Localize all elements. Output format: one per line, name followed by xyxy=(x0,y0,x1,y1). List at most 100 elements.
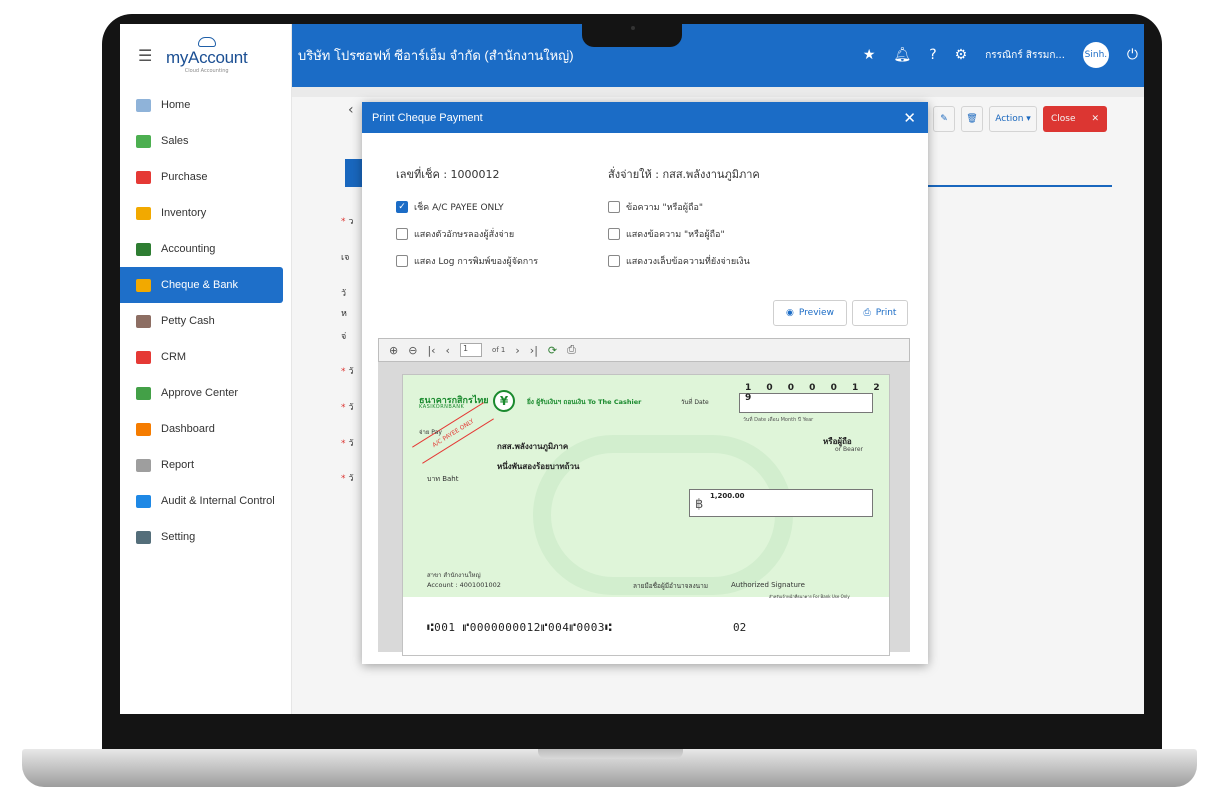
bearer-label-en: or Bearer xyxy=(835,446,864,453)
export-icon[interactable]: ⟳ xyxy=(548,344,557,357)
sidebar-item-label: CRM xyxy=(161,351,187,363)
branch-name: สาขา สำนักงานใหญ่ xyxy=(427,572,481,579)
sidebar-item-sales[interactable]: Sales xyxy=(120,123,291,159)
report-icon xyxy=(136,458,151,472)
sidebar-item-dashboard[interactable]: Dashboard xyxy=(120,411,291,447)
checkbox-icon[interactable] xyxy=(608,201,620,213)
micr-code: 02 xyxy=(733,621,747,634)
amount-value: 1,200.00 xyxy=(710,492,745,500)
bell-icon[interactable]: 🔔︎ xyxy=(893,47,911,63)
sidebar-item-label: Home xyxy=(161,99,191,111)
sidebar-nav: Home Sales Purchase Inventory Accounting Cheq… xyxy=(120,87,291,555)
sidebar-item-inventory[interactable]: Inventory xyxy=(120,195,291,231)
sidebar: ☰ myAccount Cloud Accounting Home Sales Pu… xyxy=(120,24,292,714)
sidebar-item-petty-cash[interactable]: Petty Cash xyxy=(120,303,291,339)
modal-close-icon[interactable]: ✕ xyxy=(903,109,916,127)
print-cheque-modal: Print Cheque Payment ✕ เลขที่เช็ค : 1000… xyxy=(362,102,928,664)
sales-icon xyxy=(136,134,151,148)
sidebar-item-cheque-bank[interactable]: Cheque & Bank xyxy=(120,267,283,303)
next-page-icon[interactable]: › xyxy=(515,344,519,357)
sidebar-item-label: Audit & Internal Control xyxy=(161,495,275,507)
option-show-bearer[interactable]: แสดงข้อความ "หรือผู้ถือ" xyxy=(608,227,725,241)
date-sublabels: วันที่ Date เดือน Month ปี Year xyxy=(743,417,814,423)
zoom-in-icon[interactable]: ⊕ xyxy=(389,344,398,357)
app-logo[interactable]: myAccount Cloud Accounting xyxy=(166,37,248,74)
sidebar-item-home[interactable]: Home xyxy=(120,87,291,123)
sidebar-item-label: Dashboard xyxy=(161,423,215,435)
sidebar-item-crm[interactable]: CRM xyxy=(120,339,291,375)
home-icon xyxy=(136,98,151,112)
sidebar-item-label: Setting xyxy=(161,531,196,543)
bank-logo-icon: ¥ xyxy=(493,390,515,412)
bank-use-note: สำหรับเจ้าหน้าที่ธนาคาร For Bank Use Onl… xyxy=(769,594,850,599)
option-label: ข้อความ "หรือผู้ถือ" xyxy=(626,203,704,213)
option-ac-payee[interactable]: ✓ เช็ค A/C PAYEE ONLY xyxy=(396,200,504,214)
checkbox-icon[interactable] xyxy=(608,255,620,267)
option-label: แสดงตัวอักษรลองผู้สั่งจ่าย xyxy=(414,230,515,240)
cheque-preview: ธนาคารกสิกรไทย KASIKORNBANK ¥ ยิ่ง ผู้รั… xyxy=(402,374,890,656)
gear-icon[interactable]: ⚙ xyxy=(955,47,968,63)
preview-label: Preview xyxy=(798,308,834,318)
company-name[interactable]: บริษัท โปรซอฟท์ ซีอาร์เอ็ม จำกัด (สำนักง… xyxy=(298,45,574,66)
report-viewer-toolbar: ⊕ ⊖ |‹ ‹ 1 of 1 › ›| ⟳ ⎙ xyxy=(378,338,910,362)
date-label: วันที่ Date xyxy=(681,399,709,406)
power-icon[interactable]: ⏻ xyxy=(1127,47,1138,63)
sidebar-item-label: Accounting xyxy=(161,243,216,255)
cart-icon xyxy=(136,170,151,184)
option-label: แสดง Log การพิมพ์ของผู้จัดการ xyxy=(414,257,539,267)
help-icon[interactable]: ? xyxy=(929,47,936,63)
option-print-log[interactable]: แสดง Log การพิมพ์ของผู้จัดการ xyxy=(396,254,538,268)
sidebar-item-accounting[interactable]: Accounting xyxy=(120,231,291,267)
page-count: of 1 xyxy=(491,346,506,354)
zoom-out-icon[interactable]: ⊖ xyxy=(408,344,417,357)
baht-symbol-icon: ฿ xyxy=(695,497,704,512)
option-bracket-text[interactable]: แสดงวงเล็บข้อความที่ยังจ่ายเงิน xyxy=(608,254,750,268)
sidebar-item-label: Approve Center xyxy=(161,387,239,399)
sidebar-item-approve-center[interactable]: Approve Center xyxy=(120,375,291,411)
sidebar-item-label: Inventory xyxy=(161,207,207,219)
printer-icon[interactable]: ⎙ xyxy=(567,343,576,357)
bezel-bottom xyxy=(120,714,1144,749)
checkbox-checked-icon[interactable]: ✓ xyxy=(396,201,408,213)
sidebar-item-setting[interactable]: Setting xyxy=(120,519,291,555)
payee-note: ยิ่ง ผู้รับเงินฯ ถอนเงิน To The Cashier xyxy=(527,398,642,406)
baht-label: บาท Baht xyxy=(427,475,459,483)
eye-icon: ◉ xyxy=(786,308,794,318)
checkbox-icon[interactable] xyxy=(396,255,408,267)
hamburger-menu-icon[interactable]: ☰ xyxy=(138,46,166,65)
modal-header: Print Cheque Payment ✕ xyxy=(362,102,928,133)
print-button[interactable]: ⎙ Print xyxy=(852,300,908,326)
micr-line: ⑆001 ⑈0000000012⑈004⑈0003⑆ xyxy=(427,621,613,634)
payee-name: สั่งจ่ายให้ : กสส.พลังงานภูมิภาค xyxy=(608,168,760,181)
page-number-input[interactable]: 1 xyxy=(459,343,482,357)
last-page-icon[interactable]: ›| xyxy=(530,344,538,357)
prev-page-icon[interactable]: ‹ xyxy=(446,344,450,357)
preview-button[interactable]: ◉ Preview xyxy=(773,300,847,326)
sidebar-item-report[interactable]: Report xyxy=(120,447,291,483)
option-show-drawer[interactable]: แสดงตัวอักษรลองผู้สั่งจ่าย xyxy=(396,227,514,241)
top-bar: บริษัท โปรซอฟท์ ซีอาร์เอ็ม จำกัด (สำนักง… xyxy=(292,24,1144,87)
bank-icon xyxy=(136,278,151,292)
sidebar-item-label: Purchase xyxy=(161,171,208,183)
star-icon[interactable]: ★ xyxy=(863,47,876,63)
brand: ☰ myAccount Cloud Accounting xyxy=(120,24,291,87)
amount-in-words: หนึ่งพันสองร้อยบาทถ้วน xyxy=(497,462,580,471)
avatar[interactable]: Sinh. xyxy=(1082,42,1109,68)
sidebar-item-audit-internal-control[interactable]: Audit & Internal Control xyxy=(120,483,291,519)
sidebar-item-label: Cheque & Bank xyxy=(161,279,239,291)
check-circle-icon xyxy=(136,386,151,400)
option-label: เช็ค A/C PAYEE ONLY xyxy=(414,203,504,213)
laptop-base-notch xyxy=(538,749,683,759)
first-page-icon[interactable]: |‹ xyxy=(427,344,435,357)
checkbox-icon[interactable] xyxy=(608,228,620,240)
printer-icon: ⎙ xyxy=(863,308,871,318)
signature-label-en: Authorized Signature xyxy=(731,581,805,589)
sidebar-item-purchase[interactable]: Purchase xyxy=(120,159,291,195)
option-bearer-text[interactable]: ข้อความ "หรือผู้ถือ" xyxy=(608,200,703,214)
signature-label: ลายมือชื่อผู้มีอำนาจลงนาม xyxy=(633,582,709,590)
sidebar-item-label: Petty Cash xyxy=(161,315,215,327)
checkbox-icon[interactable] xyxy=(396,228,408,240)
option-label: แสดงวงเล็บข้อความที่ยังจ่ายเงิน xyxy=(626,257,750,267)
camera-notch xyxy=(582,14,682,47)
user-name[interactable]: กรรณิกร์ สิรรมก... xyxy=(985,48,1065,63)
